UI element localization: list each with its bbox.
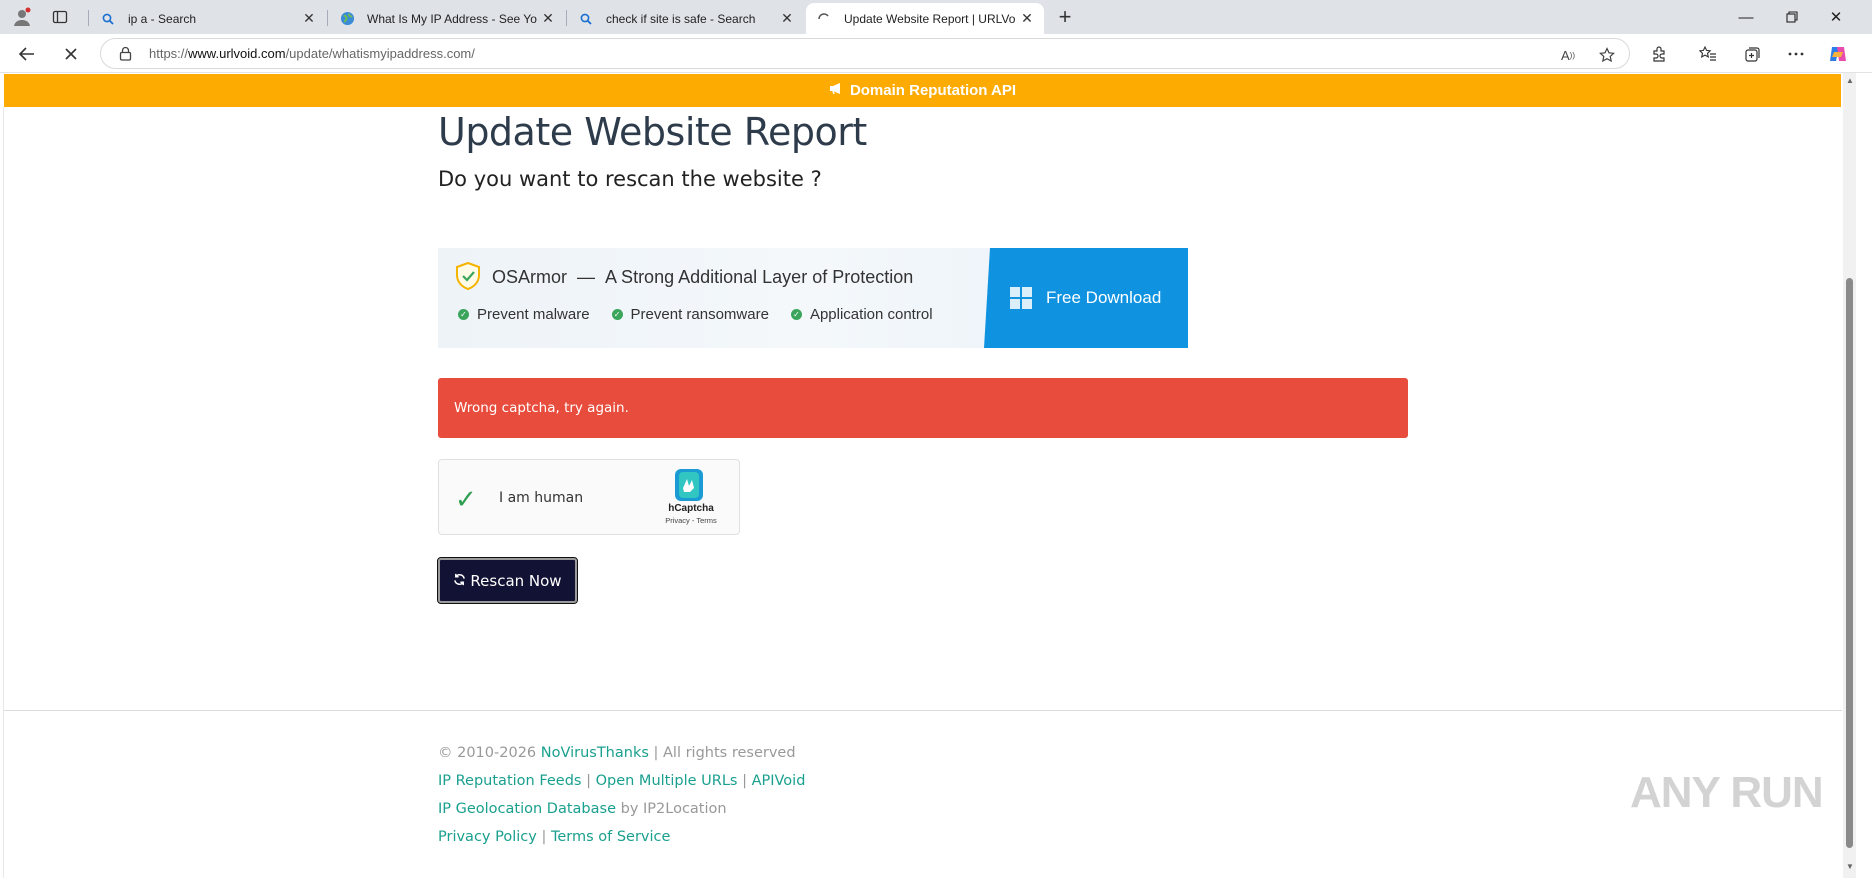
address-bar[interactable]: https://www.urlvoid.com/update/whatismyi… — [100, 38, 1630, 69]
terms-of-service-link[interactable]: Terms of Service — [551, 829, 670, 845]
close-tab-icon[interactable]: ✕ — [537, 8, 559, 30]
address-toolbar: https://www.urlvoid.com/update/whatismyi… — [0, 34, 1872, 73]
tab-title: What Is My IP Address - See Your — [367, 11, 537, 26]
anyrun-watermark: ANY RUN — [1630, 768, 1824, 817]
globe-icon — [339, 11, 355, 27]
tab-ip-a-search[interactable]: ip a - Search ✕ — [90, 3, 326, 34]
feature-item: ✓ Prevent ransomware — [611, 306, 769, 323]
banner-text: Domain Reputation API — [849, 82, 1017, 99]
scrollbar-thumb[interactable] — [1846, 278, 1853, 848]
close-tab-icon[interactable]: ✕ — [298, 8, 320, 30]
scroll-up-arrow-icon[interactable]: ▲ — [1845, 75, 1855, 85]
tab-what-is-my-ip[interactable]: What Is My IP Address - See Your ✕ — [329, 3, 565, 34]
close-tab-icon[interactable]: ✕ — [1016, 8, 1038, 30]
domain-api-banner[interactable]: Domain Reputation API — [4, 74, 1841, 107]
tab-strip: ip a - Search ✕ What Is My IP Address - … — [0, 0, 1872, 34]
novirusthanks-link[interactable]: NoVirusThanks — [541, 745, 649, 761]
new-tab-button[interactable]: + — [1052, 4, 1078, 29]
copilot-icon[interactable] — [1826, 42, 1850, 66]
check-icon: ✓ — [790, 309, 802, 320]
feature-item: ✓ Prevent malware — [458, 306, 590, 323]
ad-features: ✓ Prevent malware ✓ Prevent ransomware ✓ Ap… — [458, 306, 933, 323]
tab-title: check if site is safe - Search — [606, 11, 756, 26]
footer-copyright: © 2010-2026 NoVirusThanks | All rights r… — [438, 745, 796, 761]
lock-icon[interactable] — [119, 46, 132, 66]
read-aloud-icon[interactable]: A)) — [1557, 44, 1579, 66]
more-options-icon[interactable] — [1784, 42, 1808, 66]
tab-title: ip a - Search — [128, 11, 197, 26]
hcaptcha-links[interactable]: Privacy - Terms — [657, 516, 725, 525]
tab-title: Update Website Report | URLVoid — [844, 11, 1016, 26]
captcha-label: I am human — [499, 490, 584, 506]
back-button[interactable] — [14, 41, 40, 67]
shield-check-icon — [454, 261, 482, 296]
footer-divider — [4, 710, 1842, 711]
rescan-now-button[interactable]: Rescan Now — [437, 557, 578, 604]
favorite-star-icon[interactable] — [1596, 44, 1618, 66]
restore-button[interactable] — [1772, 4, 1812, 30]
collections-icon[interactable] — [1741, 42, 1765, 66]
error-alert: Wrong captcha, try again. — [438, 378, 1408, 438]
tab-actions-icon[interactable] — [48, 5, 72, 29]
rescan-label: Rescan Now — [470, 571, 562, 590]
apivoid-link[interactable]: APIVoid — [752, 773, 806, 789]
footer-links-row: IP Reputation Feeds | Open Multiple URLs… — [438, 773, 806, 789]
windows-icon — [1010, 287, 1032, 309]
search-icon — [578, 11, 594, 27]
open-multiple-urls-link[interactable]: Open Multiple URLs — [596, 773, 738, 789]
hcaptcha-brand: hCaptcha — [668, 503, 714, 514]
privacy-policy-link[interactable]: Privacy Policy — [438, 829, 537, 845]
hcaptcha-logo-icon — [669, 468, 709, 502]
free-download-button[interactable]: Free Download — [984, 248, 1188, 348]
close-tab-icon[interactable]: ✕ — [776, 8, 798, 30]
check-icon: ✓ — [458, 309, 469, 320]
hcaptcha-widget[interactable]: ✓ I am human hCaptcha Privacy - Terms — [438, 459, 740, 535]
tab-check-site-safe[interactable]: check if site is safe - Search ✕ — [568, 3, 804, 34]
ad-title: OSArmor — A Strong Additional Layer of P… — [492, 267, 914, 287]
ip-reputation-feeds-link[interactable]: IP Reputation Feeds — [438, 773, 581, 789]
footer-legal-row: Privacy Policy | Terms of Service — [438, 829, 671, 845]
feature-item: ✓ Application control — [790, 306, 933, 323]
footer-geolocation-row: IP Geolocation Database by IP2Location — [438, 801, 727, 817]
page-subtitle: Do you want to rescan the website ? — [438, 167, 822, 191]
check-icon: ✓ — [611, 309, 623, 320]
close-window-button[interactable]: ✕ — [1816, 4, 1856, 30]
tab-update-website-report[interactable]: Update Website Report | URLVoid ✕ — [806, 3, 1044, 34]
refresh-icon — [453, 572, 466, 590]
extensions-icon[interactable] — [1647, 42, 1671, 66]
free-download-label: Free Download — [1046, 288, 1162, 307]
profile-icon[interactable] — [10, 5, 34, 29]
page-title: Update Website Report — [438, 110, 867, 154]
loading-icon — [816, 11, 832, 27]
stop-loading-button[interactable] — [58, 41, 84, 67]
megaphone-icon — [829, 82, 844, 99]
url-text[interactable]: https://www.urlvoid.com/update/whatismyi… — [149, 46, 475, 61]
scroll-down-arrow-icon[interactable]: ▼ — [1845, 861, 1855, 871]
osarmor-ad[interactable]: OSArmor — A Strong Additional Layer of P… — [438, 248, 1188, 348]
search-icon — [100, 11, 116, 27]
browser-window: ip a - Search ✕ What Is My IP Address - … — [0, 0, 1872, 878]
checkmark-icon[interactable]: ✓ — [455, 484, 477, 515]
page-viewport: Domain Reputation API Update Website Rep… — [0, 73, 1872, 878]
ip-geolocation-link[interactable]: IP Geolocation Database — [438, 801, 616, 817]
favorites-icon[interactable] — [1696, 42, 1720, 66]
minimize-button[interactable]: — — [1726, 4, 1766, 30]
